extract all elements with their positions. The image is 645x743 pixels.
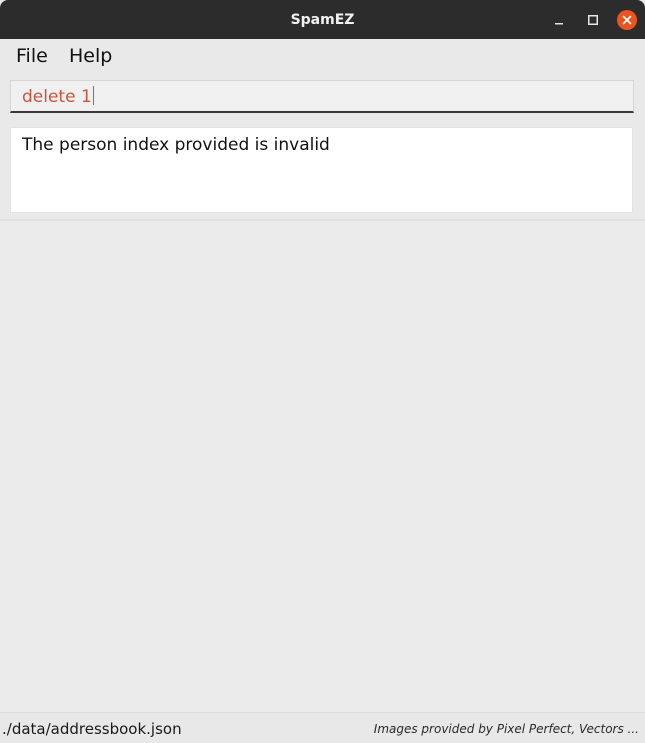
command-text: delete 1 xyxy=(22,87,92,107)
menu-bar: File Help xyxy=(0,39,645,73)
result-display: The person index provided is invalid xyxy=(10,127,633,213)
menu-help[interactable]: Help xyxy=(69,39,112,73)
menu-file[interactable]: File xyxy=(16,39,48,73)
command-box[interactable]: delete 1 xyxy=(10,80,634,113)
minimize-icon xyxy=(555,23,563,25)
window-titlebar: SpamEZ xyxy=(0,0,645,39)
status-file-path: ./data/addressbook.json xyxy=(2,720,182,738)
close-button[interactable] xyxy=(617,10,637,30)
minimize-button[interactable] xyxy=(549,10,569,30)
text-caret xyxy=(92,86,94,105)
maximize-icon xyxy=(588,15,598,25)
maximize-button[interactable] xyxy=(583,10,603,30)
close-icon xyxy=(622,15,632,25)
status-credit: Images provided by Pixel Perfect, Vector… xyxy=(373,722,639,736)
result-message: The person index provided is invalid xyxy=(22,135,330,155)
status-bar: ./data/addressbook.json Images provided … xyxy=(0,712,645,743)
person-list-panel xyxy=(0,221,645,712)
command-input[interactable]: delete 1 xyxy=(22,81,94,112)
